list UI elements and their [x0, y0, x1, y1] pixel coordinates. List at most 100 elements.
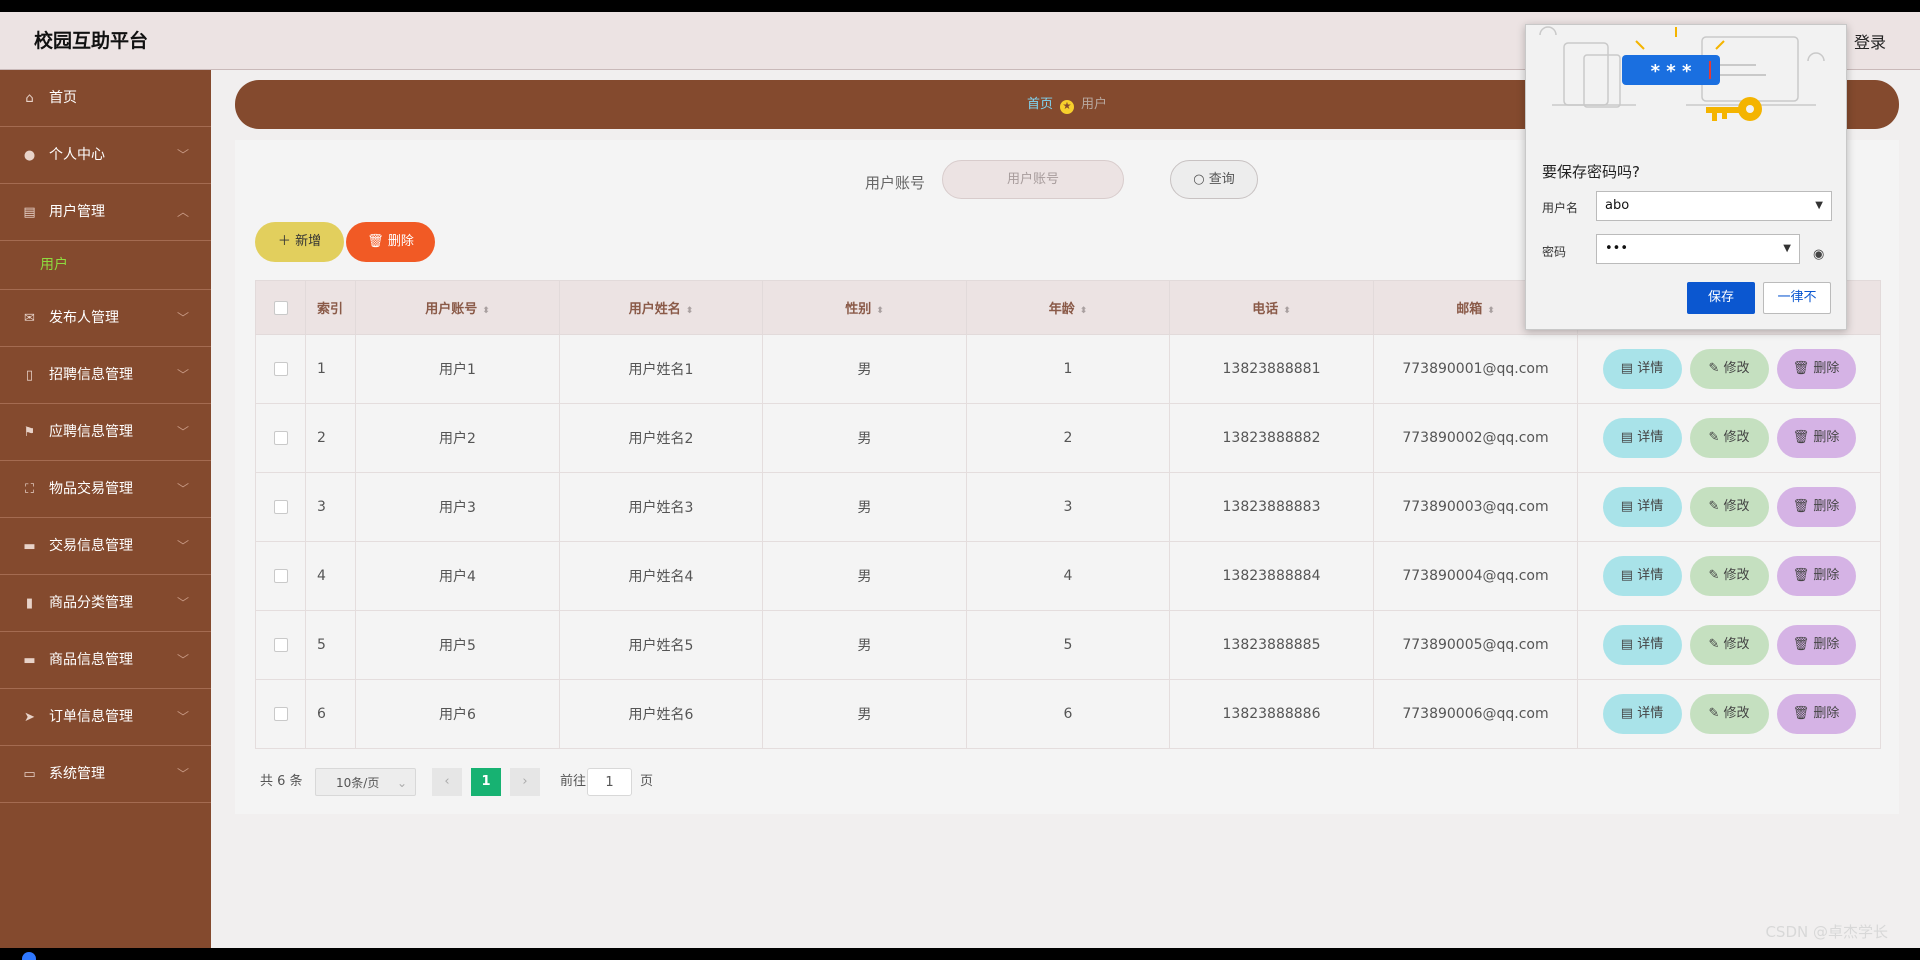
pencil-icon: ✎ [1708, 568, 1724, 583]
row-checkbox[interactable] [273, 500, 288, 514]
table-cell: 6 [305, 679, 356, 749]
sidebar-item-label: 订单信息管理 [49, 709, 133, 725]
sidebar-item[interactable]: ▯ 招聘信息管理 ﹀ [0, 347, 211, 404]
table-cell: 3 [305, 472, 356, 542]
delete-button[interactable]: 🗑 删除 [1776, 349, 1856, 389]
edit-button[interactable]: ✎ 修改 [1689, 625, 1769, 665]
detail-button[interactable]: ▤ 详情 [1602, 418, 1682, 458]
sidebar-item[interactable]: ⌂ 首页 [0, 70, 211, 127]
edit-label: 修改 [1723, 568, 1750, 583]
table-cell: 用户姓名2 [559, 403, 763, 473]
column-header[interactable]: 年龄 ⬍ [966, 280, 1170, 335]
add-button[interactable]: ＋ 新增 [255, 222, 344, 262]
goto-page-input[interactable]: 1 [587, 768, 632, 796]
pencil-icon: ✎ [1708, 706, 1724, 721]
column-header[interactable]: 性别 ⬍ [762, 280, 967, 335]
sort-icon[interactable]: ⬍ [1080, 306, 1088, 316]
column-header: 索引 [305, 280, 356, 335]
sidebar-subitem[interactable]: 用户 [0, 241, 211, 290]
page-number[interactable]: 1 [471, 768, 501, 796]
edit-button[interactable]: ✎ 修改 [1689, 349, 1769, 389]
sort-icon[interactable]: ⬍ [482, 306, 490, 316]
table-cell: 3 [966, 472, 1170, 542]
sort-icon[interactable]: ⬍ [1283, 306, 1291, 316]
search-input[interactable]: 用户账号 [942, 160, 1124, 199]
sidebar-item[interactable]: ⛶ 物品交易管理 ﹀ [0, 461, 211, 518]
delete-button[interactable]: 🗑 删除 [1776, 694, 1856, 734]
row-checkbox[interactable] [273, 569, 288, 583]
row-select-cell [255, 403, 306, 473]
edit-button[interactable]: ✎ 修改 [1689, 418, 1769, 458]
page-size-select[interactable]: 10条/页 ⌄ [315, 768, 416, 796]
prev-page-button[interactable]: ‹ [432, 768, 462, 796]
username-value: abo [1605, 198, 1630, 213]
eye-icon[interactable]: ◉ [1813, 247, 1824, 262]
sidebar-item[interactable]: ▮ 商品分类管理 ﹀ [0, 575, 211, 632]
delete-button[interactable]: 🗑 删除 [1776, 418, 1856, 458]
detail-button[interactable]: ▤ 详情 [1602, 625, 1682, 665]
column-header[interactable]: 用户姓名 ⬍ [559, 280, 763, 335]
detail-button[interactable]: ▤ 详情 [1602, 694, 1682, 734]
row-checkbox[interactable] [273, 362, 288, 376]
app-window: 校园互助平台 登录 ⌂ 首页 ● 个人中心 ﹀ ▤ 用户管理 ︿ 用户 ✉ 发布人管理 ﹀ ▯ 招聘信息管… [0, 12, 1920, 948]
select-all-checkbox[interactable] [273, 300, 288, 315]
trash-icon: 🗑 [367, 234, 388, 249]
cart-icon: ▬ [23, 653, 36, 668]
batch-delete-button[interactable]: 🗑 删除 [346, 222, 435, 262]
search-icon: ○ [1193, 172, 1209, 187]
edit-button[interactable]: ✎ 修改 [1689, 556, 1769, 596]
login-link[interactable]: 登录 [1854, 29, 1886, 53]
sidebar-item[interactable]: ▬ 交易信息管理 ﹀ [0, 518, 211, 575]
sort-icon[interactable]: ⬍ [876, 306, 884, 316]
sidebar-item[interactable]: ▬ 商品信息管理 ﹀ [0, 632, 211, 689]
sidebar-item[interactable]: ● 个人中心 ﹀ [0, 127, 211, 184]
watermark: CSDN @卓杰学长 [1765, 923, 1888, 941]
crop-icon: ▭ [23, 767, 36, 782]
table-cell: 13823888885 [1169, 610, 1374, 680]
never-save-button[interactable]: 一律不 [1763, 282, 1831, 314]
column-header[interactable]: 用户账号 ⬍ [355, 280, 560, 335]
detail-button[interactable]: ▤ 详情 [1602, 487, 1682, 527]
table-cell: 男 [762, 472, 967, 542]
delete-button[interactable]: 🗑 删除 [1776, 625, 1856, 665]
next-page-button[interactable]: › [510, 768, 540, 796]
row-checkbox[interactable] [273, 638, 288, 652]
edit-label: 修改 [1723, 499, 1750, 514]
table-cell: 2 [966, 403, 1170, 473]
trash-icon: 🗑 [1792, 568, 1814, 583]
password-field[interactable]: ••• ▼ [1596, 234, 1800, 264]
edit-button[interactable]: ✎ 修改 [1689, 487, 1769, 527]
edit-label: 修改 [1723, 430, 1750, 445]
document-icon: ▤ [1620, 706, 1638, 721]
row-actions: ▤ 详情 ✎ 修改 🗑 删除 [1577, 334, 1881, 404]
sidebar-item[interactable]: ⚑ 应聘信息管理 ﹀ [0, 404, 211, 461]
add-button-label: 新增 [295, 234, 322, 249]
sort-icon[interactable]: ⬍ [686, 306, 694, 316]
row-checkbox[interactable] [273, 707, 288, 721]
delete-button[interactable]: 🗑 删除 [1776, 556, 1856, 596]
column-header[interactable]: 电话 ⬍ [1169, 280, 1374, 335]
username-field[interactable]: abo ▼ [1596, 191, 1832, 221]
trash-icon: 🗑 [1792, 361, 1814, 376]
edit-button[interactable]: ✎ 修改 [1689, 694, 1769, 734]
table-cell: 用户6 [355, 679, 560, 749]
dropdown-arrow-icon[interactable]: ▼ [1815, 192, 1823, 220]
detail-button[interactable]: ▤ 详情 [1602, 349, 1682, 389]
chevron-down-icon: ﹀ [176, 482, 189, 496]
sort-icon[interactable]: ⬍ [1487, 306, 1495, 316]
sidebar-item[interactable]: ➤ 订单信息管理 ﹀ [0, 689, 211, 746]
table-row: 2 用户2 用户姓名2 男 2 13823888882 773890002@qq.com ▤ … [255, 403, 1881, 473]
delete-button[interactable]: 🗑 删除 [1776, 487, 1856, 527]
row-checkbox[interactable] [273, 431, 288, 445]
sidebar-item[interactable]: ✉ 发布人管理 ﹀ [0, 290, 211, 347]
sidebar-item[interactable]: ▭ 系统管理 ﹀ [0, 746, 211, 803]
query-button[interactable]: ○ 查询 [1170, 160, 1258, 199]
dropdown-arrow-icon[interactable]: ▼ [1783, 235, 1791, 263]
breadcrumb-home[interactable]: 首页 [1027, 97, 1053, 112]
detail-button[interactable]: ▤ 详情 [1602, 556, 1682, 596]
batch-delete-label: 删除 [387, 234, 414, 249]
save-password-button[interactable]: 保存 [1687, 282, 1755, 314]
briefcase-icon: ▬ [23, 539, 36, 554]
sidebar-item[interactable]: ▤ 用户管理 ︿ [0, 184, 211, 241]
table-cell: 男 [762, 334, 967, 404]
